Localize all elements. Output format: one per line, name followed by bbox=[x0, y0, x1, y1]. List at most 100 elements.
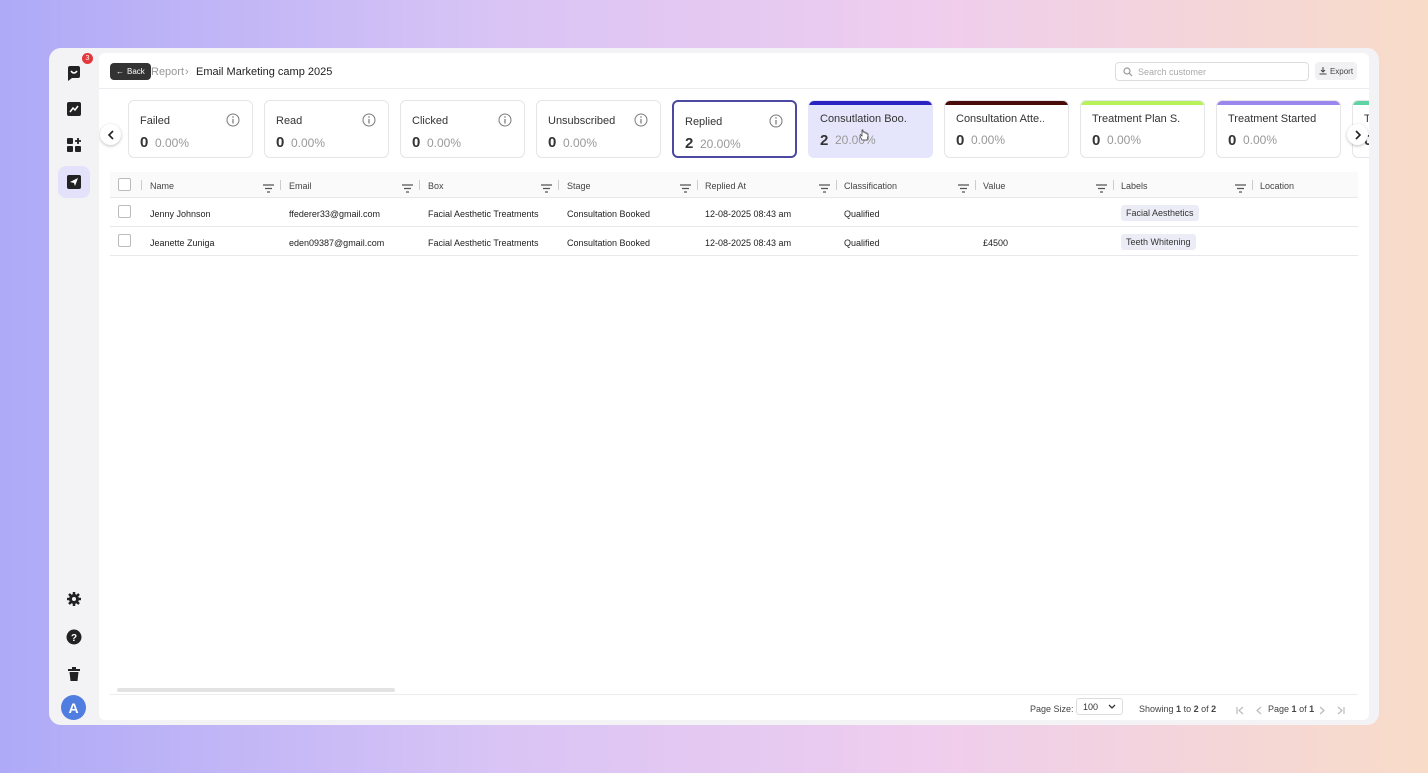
card-treatment-plan[interactable]: Treatment Plan S... 0 0.00% bbox=[1080, 100, 1205, 158]
info-icon[interactable] bbox=[498, 113, 512, 132]
scroll-right-button[interactable] bbox=[1347, 124, 1368, 145]
prev-page-icon[interactable] bbox=[1255, 702, 1264, 720]
column-header-box[interactable]: Box bbox=[428, 181, 444, 191]
page-indicator: Page 1 of 1 bbox=[1268, 704, 1314, 714]
cell-name: Jeanette Zuniga bbox=[150, 238, 215, 248]
last-page-icon[interactable] bbox=[1336, 702, 1345, 720]
next-page-icon[interactable] bbox=[1317, 702, 1326, 720]
filter-icon[interactable] bbox=[263, 180, 274, 198]
card-title: Consultation Atte... bbox=[956, 113, 1044, 125]
cell-box: Facial Aesthetic Treatments bbox=[428, 209, 539, 219]
column-divider bbox=[1113, 180, 1114, 190]
nav-settings[interactable] bbox=[58, 583, 90, 615]
select-all-checkbox[interactable] bbox=[118, 178, 131, 191]
page-word: Page bbox=[1268, 704, 1290, 714]
filter-icon[interactable] bbox=[1235, 180, 1246, 198]
main-panel: ← Back Report › Email Marketing camp 202… bbox=[99, 53, 1369, 720]
showing-to-word: to bbox=[1183, 704, 1192, 714]
column-header-email[interactable]: Email bbox=[289, 181, 312, 191]
card-title: Failed bbox=[140, 115, 170, 127]
filter-icon[interactable] bbox=[541, 180, 552, 198]
page-title: Email Marketing camp 2025 bbox=[196, 66, 333, 78]
dashboard-add-icon bbox=[67, 138, 81, 152]
card-title: Treatment Started bbox=[1228, 113, 1317, 125]
nav-dashboard[interactable] bbox=[58, 129, 90, 161]
card-consultation-attended[interactable]: Consultation Atte... 0 0.00% bbox=[944, 100, 1069, 158]
card-title: Replied bbox=[685, 116, 723, 128]
card-color-bar bbox=[945, 101, 1068, 105]
column-divider bbox=[419, 180, 420, 190]
card-treatment-started[interactable]: Treatment Started 0 0.00% bbox=[1216, 100, 1341, 158]
card-failed[interactable]: Failed 0 0.00% bbox=[128, 100, 253, 158]
card-clicked[interactable]: Clicked 0 0.00% bbox=[400, 100, 525, 158]
filter-icon[interactable] bbox=[819, 180, 830, 198]
chevron-right-icon: › bbox=[185, 66, 189, 78]
card-value: 2 bbox=[685, 135, 694, 152]
horizontal-scrollbar[interactable] bbox=[117, 688, 395, 692]
export-label: Export bbox=[1329, 66, 1354, 76]
column-header-name[interactable]: Name bbox=[150, 181, 174, 191]
column-header-stage[interactable]: Stage bbox=[567, 181, 591, 191]
nav-trash[interactable] bbox=[58, 658, 90, 690]
card-consultation-booked[interactable]: Consutlation Boo... 2 20.00% bbox=[808, 100, 933, 158]
card-value: 0 bbox=[548, 134, 557, 151]
filter-icon[interactable] bbox=[958, 180, 969, 198]
card-percent: 0.00% bbox=[1107, 133, 1142, 147]
filter-icon[interactable] bbox=[1096, 180, 1107, 198]
back-button[interactable]: ← Back bbox=[110, 63, 151, 80]
cell-stage: Consultation Booked bbox=[567, 238, 651, 248]
column-header-location[interactable]: Location bbox=[1260, 181, 1294, 191]
row-checkbox[interactable] bbox=[118, 234, 131, 247]
card-unsubscribed[interactable]: Unsubscribed 0 0.00% bbox=[536, 100, 661, 158]
hand-cursor-icon bbox=[859, 129, 869, 141]
showing-from: 1 bbox=[1176, 704, 1182, 714]
page-size-label: Page Size: bbox=[1030, 704, 1074, 714]
logo-icon bbox=[68, 66, 80, 81]
arrow-left-icon: ← bbox=[116, 67, 124, 76]
gear-icon bbox=[67, 592, 81, 606]
search-box[interactable] bbox=[1115, 62, 1309, 81]
app-logo[interactable]: 3 bbox=[58, 53, 93, 89]
table-row[interactable]: Jeanette Zuniga eden09387@gmail.com Faci… bbox=[110, 227, 1358, 256]
avatar[interactable]: A bbox=[61, 695, 86, 720]
card-read[interactable]: Read 0 0.00% bbox=[264, 100, 389, 158]
table-row[interactable]: Jenny Johnson ffederer33@gmail.com Facia… bbox=[110, 198, 1358, 227]
info-icon[interactable] bbox=[634, 113, 648, 132]
filter-icon[interactable] bbox=[680, 180, 691, 198]
page-size-select[interactable]: 100 bbox=[1076, 698, 1123, 715]
cell-classification: Qualified bbox=[844, 238, 880, 248]
card-title: Clicked bbox=[412, 115, 449, 127]
column-divider bbox=[141, 180, 142, 190]
column-divider bbox=[836, 180, 837, 190]
nav-help[interactable]: ? bbox=[58, 621, 90, 653]
cell-box: Facial Aesthetic Treatments bbox=[428, 238, 539, 248]
chevron-left-icon bbox=[107, 129, 114, 140]
customers-table: Name Email Box Stage Replied At Classifi… bbox=[110, 172, 1358, 256]
nav-analytics[interactable] bbox=[58, 93, 90, 125]
export-button[interactable]: Export bbox=[1315, 62, 1357, 80]
breadcrumb-report[interactable]: Report bbox=[151, 66, 184, 78]
info-icon[interactable] bbox=[362, 113, 376, 132]
trash-icon bbox=[68, 667, 80, 681]
first-page-icon[interactable] bbox=[1236, 702, 1245, 720]
cell-email: eden09387@gmail.com bbox=[289, 238, 385, 248]
info-icon[interactable] bbox=[769, 114, 783, 133]
row-checkbox[interactable] bbox=[118, 205, 131, 218]
card-color-bar bbox=[1353, 101, 1369, 105]
column-header-labels[interactable]: Labels bbox=[1121, 181, 1148, 191]
cell-replied-at: 12-08-2025 08:43 am bbox=[705, 238, 792, 248]
column-header-value[interactable]: Value bbox=[983, 181, 1005, 191]
card-value: 0 bbox=[1092, 132, 1101, 149]
card-replied[interactable]: Replied 2 20.00% bbox=[672, 100, 797, 158]
help-icon: ? bbox=[66, 629, 82, 645]
search-input[interactable] bbox=[1138, 66, 1298, 77]
filter-icon[interactable] bbox=[402, 180, 413, 198]
nav-campaigns[interactable] bbox=[58, 166, 90, 198]
metric-cards: Failed 0 0.00% Read 0 0.00% Clicked 0 0.… bbox=[99, 97, 1369, 161]
column-header-replied-at[interactable]: Replied At bbox=[705, 181, 746, 191]
card-percent: 20.00% bbox=[835, 133, 876, 147]
column-header-classification[interactable]: Classification bbox=[844, 181, 897, 191]
scroll-left-button[interactable] bbox=[100, 124, 121, 145]
info-icon[interactable] bbox=[226, 113, 240, 132]
column-divider bbox=[280, 180, 281, 190]
